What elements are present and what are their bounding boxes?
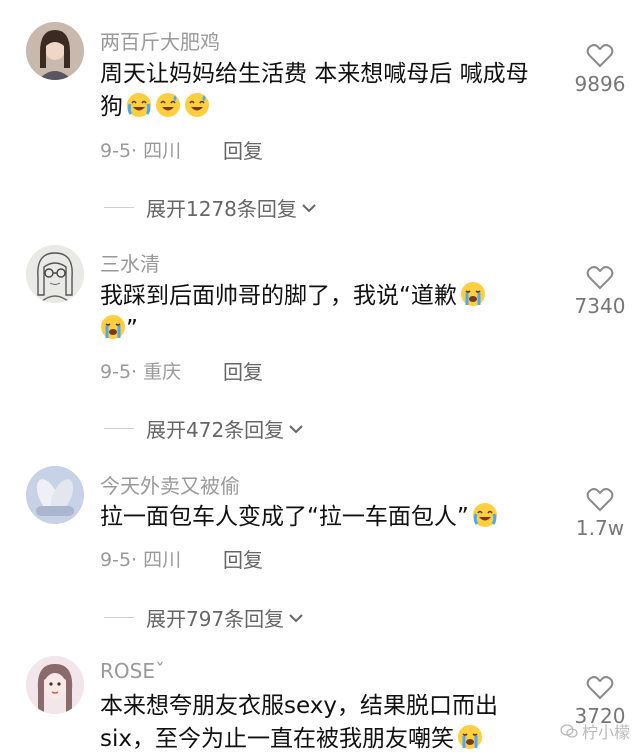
comment-meta: 9-5· 重庆 回复 — [100, 357, 263, 384]
watermark-text: 柠小檬 — [581, 723, 630, 742]
chevron-down-icon — [289, 424, 303, 433]
username[interactable]: 两百斤大肥鸡 — [100, 26, 220, 55]
divider — [104, 428, 134, 429]
crying-emoji — [460, 281, 486, 307]
username[interactable]: 三水清 — [100, 248, 160, 277]
like-button[interactable]: 1.7w — [560, 486, 640, 540]
reply-button[interactable]: 回复 — [223, 544, 263, 573]
date-location: 9-5· 四川 — [100, 140, 182, 162]
sweat-laughing-emoji — [184, 92, 210, 118]
like-button[interactable]: 9896 — [560, 42, 640, 96]
expand-replies-label: 展开472条回复 — [146, 418, 285, 442]
like-count: 1.7w — [575, 516, 625, 540]
expand-replies-button[interactable]: 展开472条回复 — [104, 414, 304, 443]
heart-icon — [586, 266, 614, 290]
avatar[interactable] — [26, 22, 84, 80]
chevron-down-icon — [302, 203, 316, 212]
avatar[interactable] — [26, 466, 84, 524]
expand-replies-button[interactable]: 展开797条回复 — [104, 603, 304, 632]
crying-laughing-emoji — [472, 502, 498, 528]
sweat-laughing-emoji — [155, 92, 181, 118]
crying-emoji — [457, 724, 483, 750]
avatar[interactable] — [26, 245, 84, 303]
heart-icon — [586, 676, 614, 700]
watermark: 柠小檬 — [560, 719, 630, 743]
crying-laughing-emoji — [126, 92, 152, 118]
comment-text: 本来想夸朋友衣服sexy，结果脱口而出six，至今为止一直在被我朋友嘲笑 — [100, 693, 498, 752]
expand-replies-label: 展开1278条回复 — [146, 197, 297, 221]
wechat-icon — [560, 724, 578, 738]
comment-meta: 9-5· 四川 回复 — [100, 136, 263, 163]
heart-icon — [586, 44, 614, 68]
comment-text: 拉一面包车人变成了“拉一车面包人” — [100, 501, 545, 534]
comment-meta: 9-5· 四川 回复 — [100, 545, 263, 572]
avatar[interactable] — [26, 656, 84, 714]
chevron-down-icon — [289, 613, 303, 622]
username[interactable]: ROSEˇ — [100, 659, 165, 683]
expand-replies-button[interactable]: 展开1278条回复 — [104, 193, 317, 222]
comment-text: 我踩到后面帅哥的脚了，我说“道歉 ” — [100, 280, 545, 346]
username[interactable]: 今天外卖又被偷 — [100, 470, 240, 499]
comment-text: 周天让妈妈给生活费 本来想喊母后 喊成母狗 — [100, 61, 529, 120]
divider — [104, 617, 134, 618]
heart-icon — [586, 488, 614, 512]
divider — [104, 207, 134, 208]
reply-button[interactable]: 回复 — [223, 356, 263, 385]
expand-replies-label: 展开797条回复 — [146, 607, 285, 631]
like-count: 9896 — [574, 72, 626, 96]
like-count: 7340 — [574, 294, 626, 318]
crying-emoji — [100, 314, 126, 340]
like-button[interactable]: 7340 — [560, 264, 640, 318]
reply-button[interactable]: 回复 — [223, 135, 263, 164]
date-location: 9-5· 重庆 — [100, 361, 182, 383]
date-location: 9-5· 四川 — [100, 549, 182, 571]
